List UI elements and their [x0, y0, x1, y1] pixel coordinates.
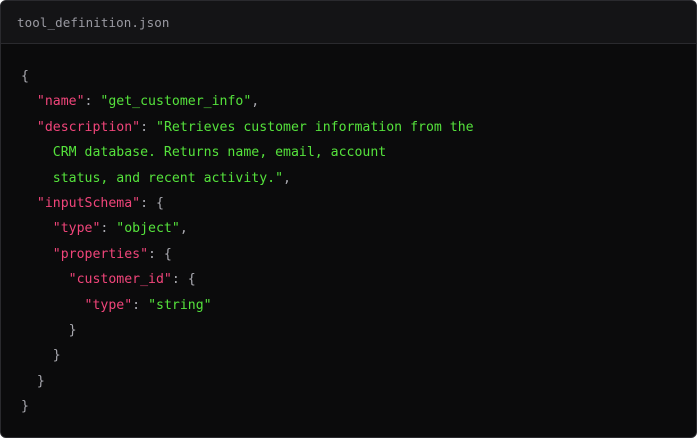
filename-label: tool_definition.json	[17, 14, 170, 30]
json-key: "type"	[84, 297, 133, 313]
json-string: "get_customer_info"	[100, 94, 252, 110]
code-line: }	[21, 318, 696, 343]
json-punctuation: }	[52, 348, 61, 364]
code-line: "type": "string"	[21, 293, 696, 318]
json-punctuation: :	[100, 221, 117, 237]
code-line: "name": "get_customer_info",	[21, 89, 696, 114]
json-punctuation: : {	[148, 246, 172, 262]
json-string: CRM database. Returns name, email, accou…	[52, 145, 387, 161]
json-key: "description"	[36, 119, 141, 135]
json-punctuation: ,	[179, 221, 188, 237]
json-punctuation: {	[21, 69, 29, 84]
code-line: "description": "Retrieves customer infor…	[21, 115, 696, 140]
json-punctuation: : {	[140, 195, 164, 211]
json-punctuation: }	[21, 399, 29, 415]
json-key: "customer_id"	[68, 272, 172, 288]
code-line: "type": "object",	[21, 216, 696, 241]
json-punctuation: }	[68, 322, 77, 338]
json-punctuation: ,	[251, 94, 260, 110]
json-string: "Retrieves customer information from the	[156, 119, 474, 135]
code-line: {	[21, 64, 696, 89]
code-line: }	[21, 394, 696, 419]
json-string: status, and recent activity."	[52, 170, 284, 186]
json-punctuation: :	[140, 119, 156, 135]
json-key: "properties"	[52, 246, 149, 262]
json-key: "inputSchema"	[36, 195, 141, 211]
json-string: "string"	[148, 297, 212, 313]
code-line: "customer_id": {	[21, 267, 696, 292]
code-line: "inputSchema": {	[21, 191, 696, 216]
code-window-header: tool_definition.json	[1, 1, 696, 44]
code-block: { "name": "get_customer_info", "descript…	[1, 44, 696, 437]
json-punctuation: }	[36, 373, 45, 389]
code-line: CRM database. Returns name, email, accou…	[21, 140, 696, 165]
json-punctuation: : {	[171, 272, 196, 288]
json-punctuation: :	[132, 297, 149, 313]
code-line: status, and recent activity.",	[21, 166, 696, 191]
json-punctuation: ,	[283, 170, 291, 186]
code-window: tool_definition.json { "name": "get_cust…	[0, 0, 697, 438]
code-line: }	[21, 369, 696, 394]
json-string: "object"	[116, 221, 180, 237]
json-punctuation: :	[84, 94, 101, 110]
code-line: }	[21, 343, 696, 368]
json-key: "type"	[52, 221, 101, 237]
code-line: "properties": {	[21, 242, 696, 267]
json-key: "name"	[36, 94, 85, 110]
